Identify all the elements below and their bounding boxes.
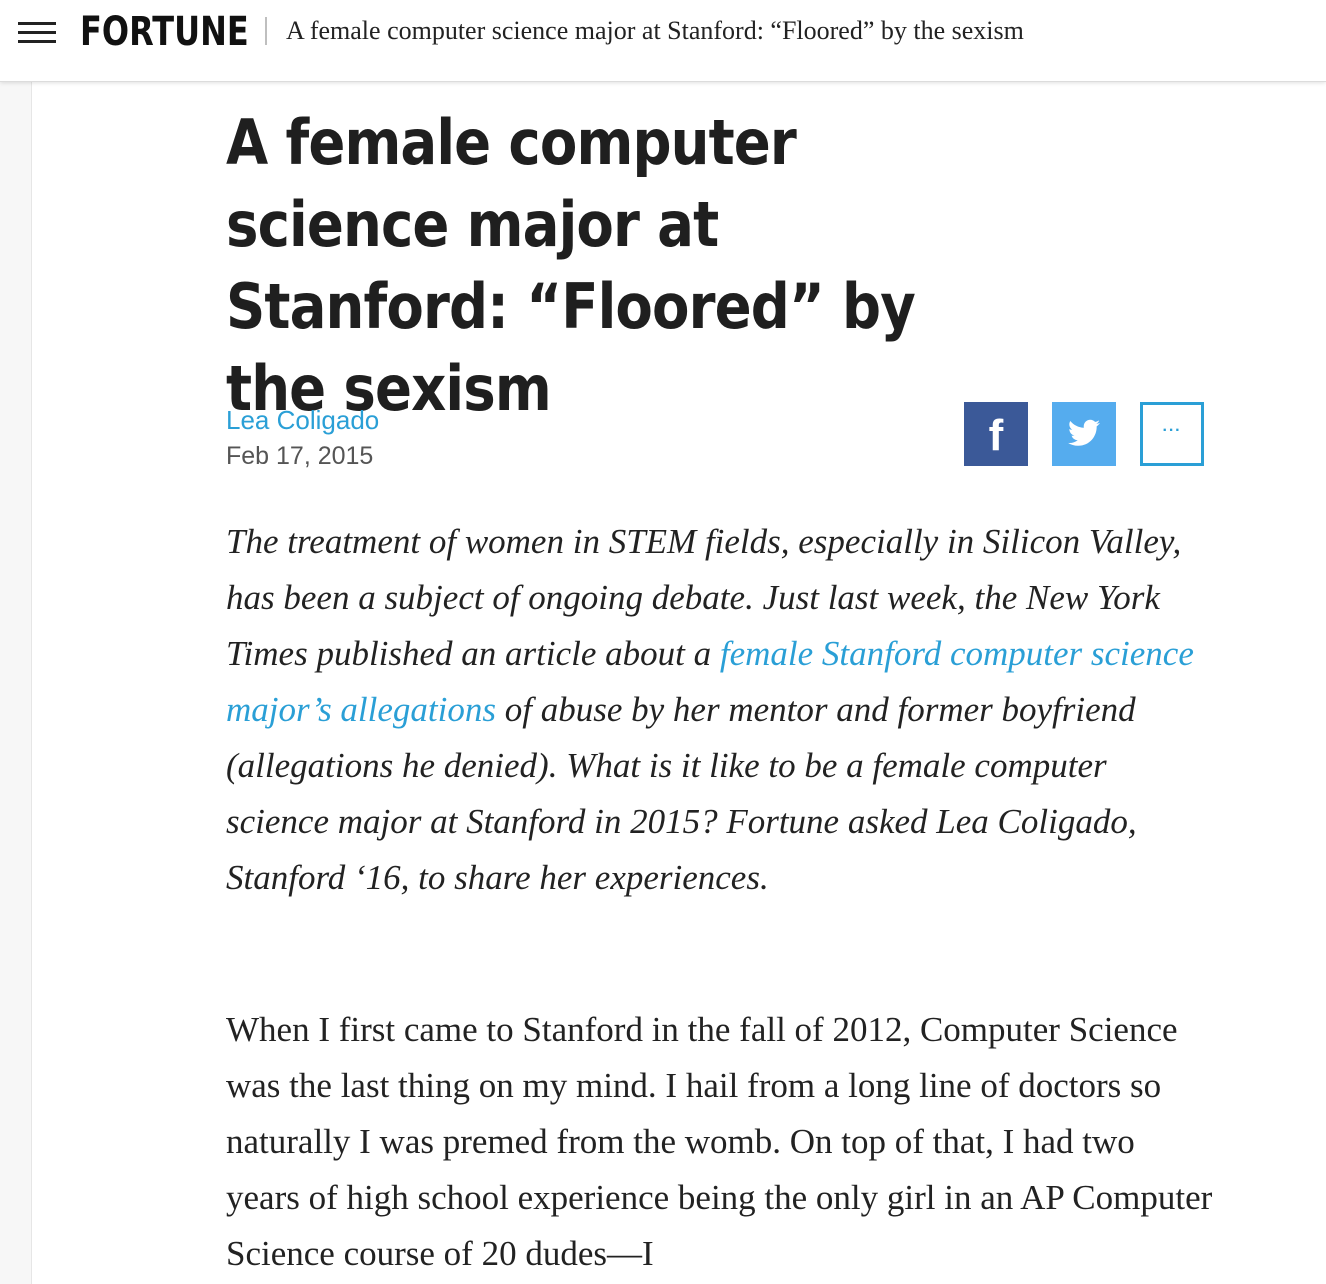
facebook-icon: f <box>988 411 1004 460</box>
more-share-button[interactable]: ··· <box>1140 402 1204 466</box>
more-icon: ··· <box>1162 422 1182 439</box>
site-header: FORTUNE A female computer science major … <box>0 0 1326 82</box>
header-divider <box>265 17 267 45</box>
header-article-title: A female computer science major at Stanf… <box>286 16 1024 45</box>
article-headline: A female computer science major at Stanf… <box>226 106 916 425</box>
article-intro: The treatment of women in STEM fields, e… <box>226 514 1206 906</box>
twitter-share-button[interactable] <box>1052 402 1116 466</box>
facebook-share-button[interactable]: f <box>964 402 1028 466</box>
article-paragraph: When I first came to Stanford in the fal… <box>226 1010 1213 1273</box>
publish-date: Feb 17, 2015 <box>226 442 374 470</box>
author-link[interactable]: Lea Coligado <box>226 404 379 436</box>
fortune-logo[interactable]: FORTUNE <box>80 6 249 58</box>
left-gutter <box>0 82 32 1284</box>
hamburger-menu-icon[interactable] <box>18 20 58 46</box>
twitter-icon <box>1068 419 1100 446</box>
